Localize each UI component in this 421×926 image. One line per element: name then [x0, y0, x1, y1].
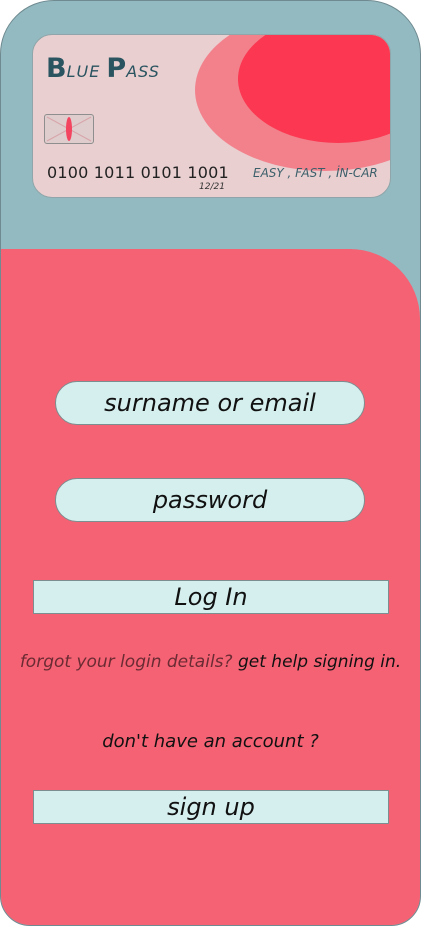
card-expiry: 12/21: [199, 182, 225, 192]
forgot-text: forgot your login details?: [19, 652, 233, 672]
blue-pass-card: BLUE PASS 0100 1011 0101 1001 12/21 EASY…: [32, 34, 391, 198]
password-placeholder: password: [152, 486, 268, 514]
login-button[interactable]: Log In: [33, 580, 389, 614]
card-tagline: EASY , FAST , İN-CAR: [253, 166, 378, 180]
brand-word-blue: LUE: [66, 62, 101, 81]
login-button-label: Log In: [174, 583, 248, 611]
brand-word-pass: ASS: [126, 62, 160, 81]
password-input[interactable]: password: [55, 478, 365, 522]
signup-button-label: sign up: [167, 793, 255, 821]
signup-button[interactable]: sign up: [33, 790, 389, 824]
brand-initial-b: B: [46, 53, 67, 84]
brand-initial-p: P: [106, 53, 127, 84]
forgot-login-row: forgot your login details? get help sign…: [1, 652, 420, 672]
phone-frame: BLUE PASS 0100 1011 0101 1001 12/21 EASY…: [0, 0, 421, 926]
username-placeholder: surname or email: [104, 389, 316, 417]
help-signing-in-link[interactable]: get help signing in.: [238, 652, 401, 672]
no-account-text: don't have an account ?: [102, 731, 319, 752]
username-input[interactable]: surname or email: [55, 381, 365, 425]
card-chip-icon: [44, 114, 94, 144]
card-brand: BLUE PASS: [46, 53, 160, 84]
card-number: 0100 1011 0101 1001: [47, 163, 229, 182]
